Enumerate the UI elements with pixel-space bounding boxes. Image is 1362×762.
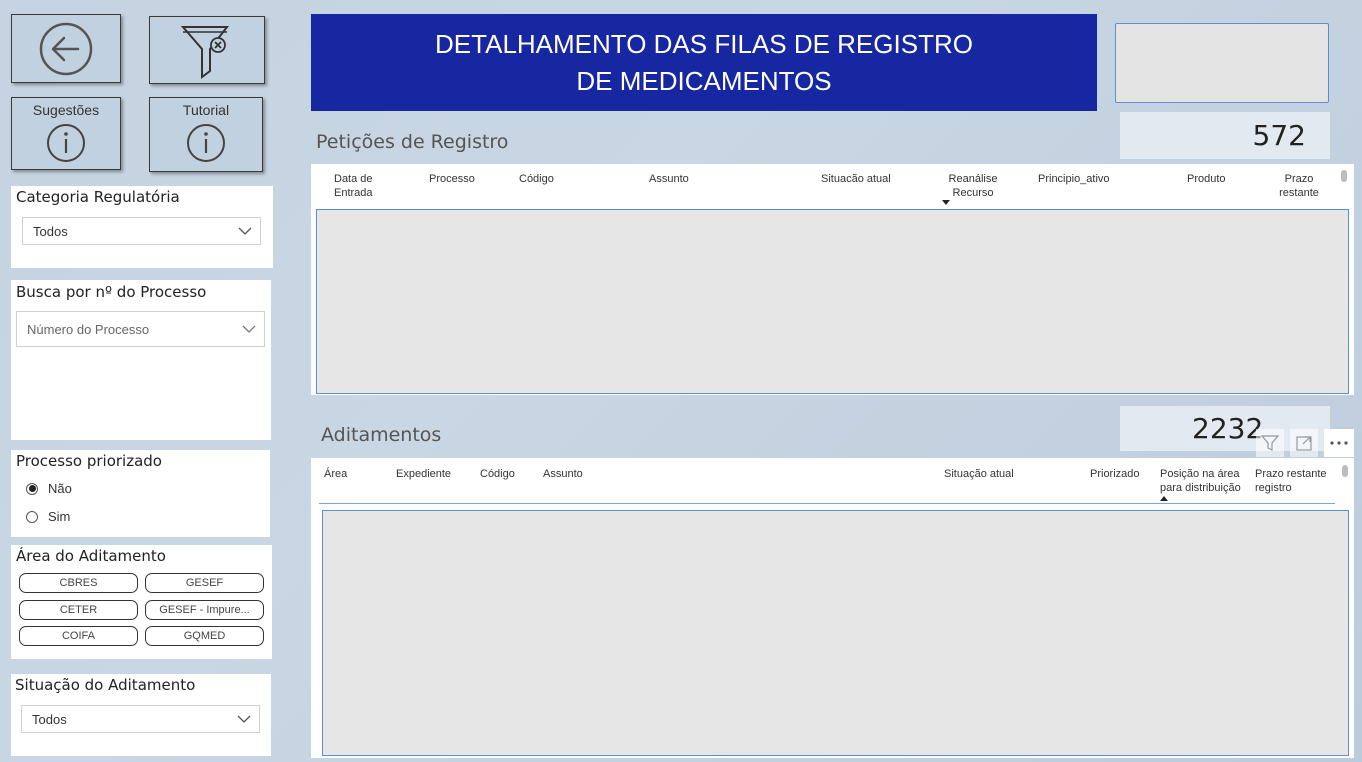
peticoes-table: Data de Entrada Processo Código Assunto … bbox=[311, 164, 1354, 395]
column-header[interactable]: Expediente bbox=[396, 467, 451, 481]
logo-placeholder bbox=[1115, 23, 1329, 103]
column-header[interactable]: Posição na área para distribuição bbox=[1160, 467, 1250, 495]
area-filter-title: Área do Aditamento bbox=[16, 547, 166, 565]
column-header[interactable]: Situação atual bbox=[944, 467, 1014, 481]
area-chip[interactable]: COIFA bbox=[19, 626, 138, 646]
arrow-left-circle-icon bbox=[39, 22, 93, 75]
area-chip[interactable]: CETER bbox=[19, 600, 138, 620]
sort-desc-icon bbox=[942, 200, 950, 205]
aditamentos-section-title: Aditamentos bbox=[321, 424, 442, 446]
chevron-down-icon bbox=[237, 715, 251, 723]
categoria-dropdown[interactable]: Todos bbox=[22, 217, 261, 245]
aditamentos-table-body bbox=[322, 510, 1349, 756]
more-options-button[interactable] bbox=[1324, 429, 1354, 457]
column-header[interactable]: Data de Entrada bbox=[334, 172, 384, 200]
priorizado-option-label: Não bbox=[48, 481, 72, 496]
focus-mode-icon bbox=[1296, 436, 1312, 451]
processo-search-placeholder: Número do Processo bbox=[27, 321, 150, 337]
column-header[interactable]: Prazo restante bbox=[1277, 172, 1321, 200]
radio-unselected-icon bbox=[26, 510, 38, 523]
priorizado-option-label: Sim bbox=[48, 509, 71, 524]
table-scrollbar[interactable] bbox=[1342, 465, 1348, 477]
column-header[interactable]: Priorizado bbox=[1090, 467, 1140, 481]
info-circle-icon bbox=[187, 124, 225, 162]
tutorial-button[interactable]: Tutorial bbox=[149, 97, 263, 172]
column-header[interactable]: Situacão atual bbox=[821, 172, 891, 186]
back-button[interactable] bbox=[11, 14, 121, 83]
busca-filter-title: Busca por nº do Processo bbox=[16, 283, 207, 301]
column-header[interactable]: Produto bbox=[1187, 172, 1226, 186]
priorizado-option-sim[interactable]: Sim bbox=[26, 509, 70, 524]
priorizado-filter-title: Processo priorizado bbox=[16, 452, 162, 470]
categoria-value: Todos bbox=[33, 223, 68, 239]
table-scrollbar[interactable] bbox=[1341, 170, 1347, 182]
busca-filter-panel: Busca por nº do Processo Número do Proce… bbox=[11, 280, 271, 440]
priorizado-filter-panel: Processo priorizado Não Sim bbox=[11, 450, 270, 537]
chevron-down-icon bbox=[238, 227, 252, 235]
categoria-filter-title: Categoria Regulatória bbox=[16, 188, 180, 206]
peticoes-table-body bbox=[316, 209, 1349, 394]
column-header[interactable]: Código bbox=[480, 467, 515, 481]
area-filter-panel: Área do Aditamento CBRES GESEF CETER GES… bbox=[11, 545, 272, 659]
column-header[interactable]: Área bbox=[324, 467, 347, 481]
filter-clear-icon bbox=[180, 26, 230, 79]
priorizado-option-nao[interactable]: Não bbox=[26, 481, 72, 496]
column-header[interactable]: Assunto bbox=[543, 467, 583, 481]
column-header[interactable]: Principio_ativo bbox=[1038, 172, 1110, 186]
peticoes-section-title: Petições de Registro bbox=[316, 131, 509, 153]
column-header[interactable]: Processo bbox=[429, 172, 475, 186]
situacao-dropdown[interactable]: Todos bbox=[21, 705, 260, 733]
area-chip[interactable]: GESEF bbox=[145, 573, 264, 593]
more-options-icon bbox=[1330, 441, 1348, 445]
tutorial-label: Tutorial bbox=[182, 102, 230, 118]
peticoes-count-card: 572 bbox=[1120, 112, 1330, 159]
sort-asc-icon bbox=[1160, 496, 1168, 501]
aditamentos-count: 2232 bbox=[1192, 412, 1264, 445]
situacao-filter-title: Situação do Aditamento bbox=[15, 676, 196, 694]
situacao-filter-panel: Situação do Aditamento Todos bbox=[11, 674, 271, 756]
clear-filters-button[interactable] bbox=[149, 16, 265, 84]
categoria-filter-panel: Categoria Regulatória Todos bbox=[11, 186, 273, 268]
column-header[interactable]: Assunto bbox=[649, 172, 689, 186]
situacao-value: Todos bbox=[32, 711, 67, 727]
column-header[interactable]: Reanálise Recurso bbox=[945, 172, 1001, 200]
column-header[interactable]: Código bbox=[519, 172, 554, 186]
info-circle-icon bbox=[47, 124, 85, 162]
page-title: DETALHAMENTO DAS FILAS DE REGISTRO DE ME… bbox=[311, 14, 1097, 111]
chevron-down-icon bbox=[242, 325, 256, 333]
header-divider bbox=[319, 503, 1335, 504]
radio-selected-icon bbox=[26, 482, 38, 495]
area-chip[interactable]: CBRES bbox=[19, 573, 138, 593]
aditamentos-table: Área Expediente Código Assunto Situação … bbox=[311, 458, 1354, 758]
area-chip[interactable]: GQMED bbox=[145, 626, 264, 646]
focus-mode-button[interactable] bbox=[1290, 429, 1318, 457]
filter-icon bbox=[1261, 435, 1279, 451]
suggestions-button[interactable]: Sugestões bbox=[11, 97, 121, 170]
area-chip[interactable]: GESEF - Impure... bbox=[145, 600, 264, 620]
suggestions-label: Sugestões bbox=[32, 102, 100, 118]
processo-search-dropdown[interactable]: Número do Processo bbox=[16, 311, 265, 347]
column-header[interactable]: Prazo restante registro bbox=[1255, 467, 1335, 495]
visual-filter-button[interactable] bbox=[1256, 429, 1284, 457]
